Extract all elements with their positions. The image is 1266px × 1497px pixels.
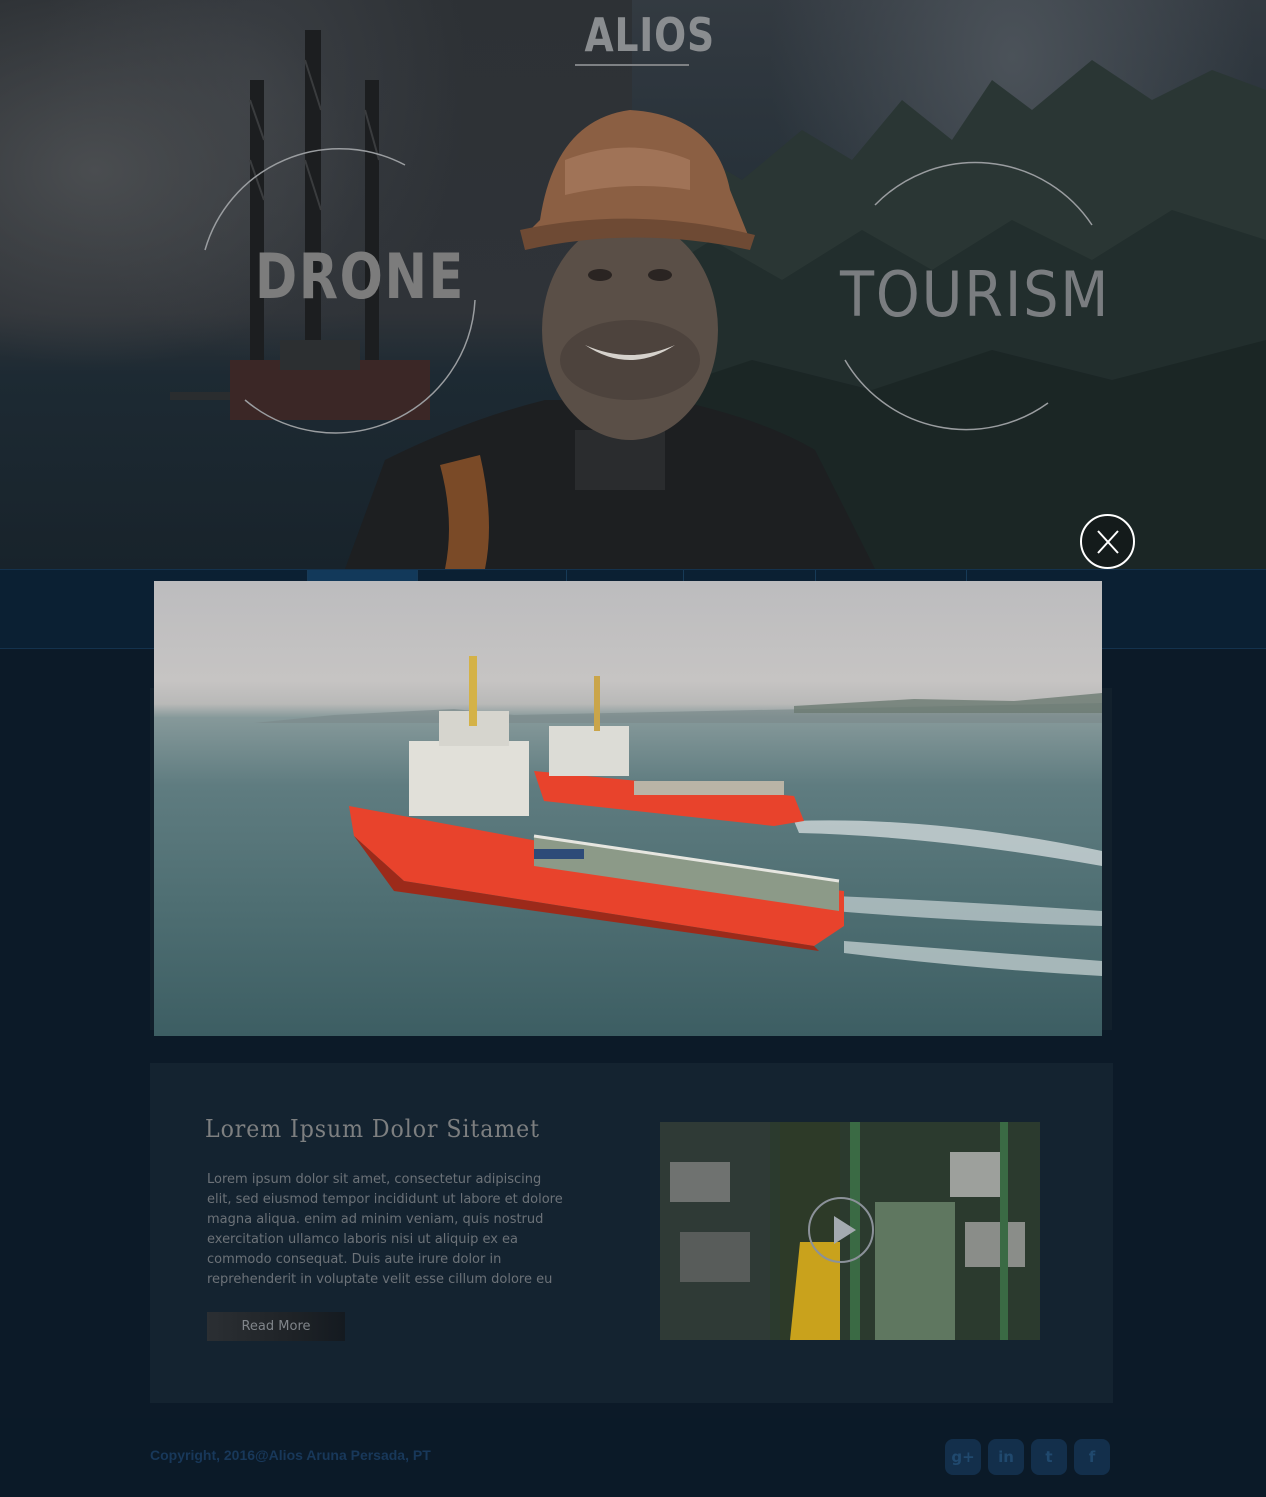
hero-banner: ALIOS DRONE TOURISM [0,0,1266,569]
play-icon [834,1216,856,1244]
article-body: Lorem ipsum dolor sit amet, consectetur … [207,1172,563,1287]
facebook-icon[interactable]: f [1074,1439,1110,1475]
brand-logo[interactable]: ALIOS [584,8,714,62]
twitter-icon[interactable]: t [1031,1439,1067,1475]
copyright-text: Copyright, 2016@Alios Aruna Persada, PT [150,1447,431,1463]
linkedin-icon[interactable]: in [988,1439,1024,1475]
read-more-button[interactable]: Read More [207,1312,345,1341]
close-icon [1097,530,1119,554]
close-video-button[interactable] [1080,514,1135,569]
article-title: Lorem Ipsum Dolor Sitamet [205,1115,540,1143]
brand-underline [575,64,689,66]
play-video-button[interactable] [808,1197,874,1263]
google-plus-icon[interactable]: g+ [945,1439,981,1475]
vessels-video-frame [254,656,1102,976]
tourism-category-link[interactable]: TOURISM [840,258,1110,331]
video-player[interactable] [154,581,1102,1036]
drone-category-link[interactable]: DRONE [255,240,465,313]
